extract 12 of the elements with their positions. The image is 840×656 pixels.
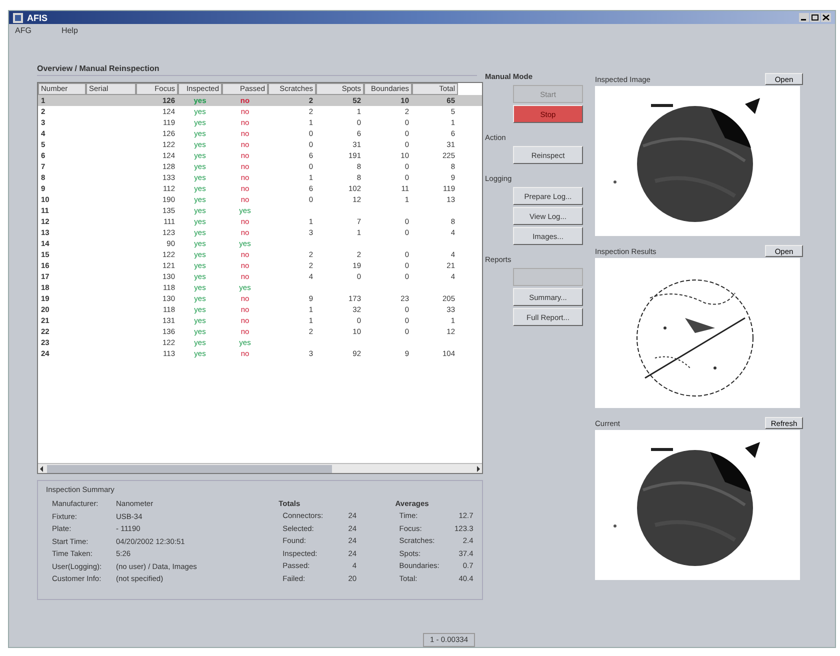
breadcrumb: Overview / Manual Reinspection — [37, 64, 477, 76]
menu-item[interactable]: Help — [61, 26, 78, 38]
scroll-left-icon[interactable] — [38, 464, 46, 472]
close-icon[interactable] — [821, 13, 831, 22]
menu-item[interactable]: AFG — [15, 26, 32, 38]
scroll-right-icon[interactable] — [474, 464, 482, 472]
horizontal-scrollbar[interactable] — [38, 463, 482, 473]
maximize-icon[interactable] — [810, 13, 820, 22]
minimize-icon[interactable] — [799, 13, 809, 22]
scrollbar-thumb[interactable] — [47, 464, 332, 472]
app-icon — [13, 12, 23, 22]
window-title: AFIS — [27, 12, 48, 22]
